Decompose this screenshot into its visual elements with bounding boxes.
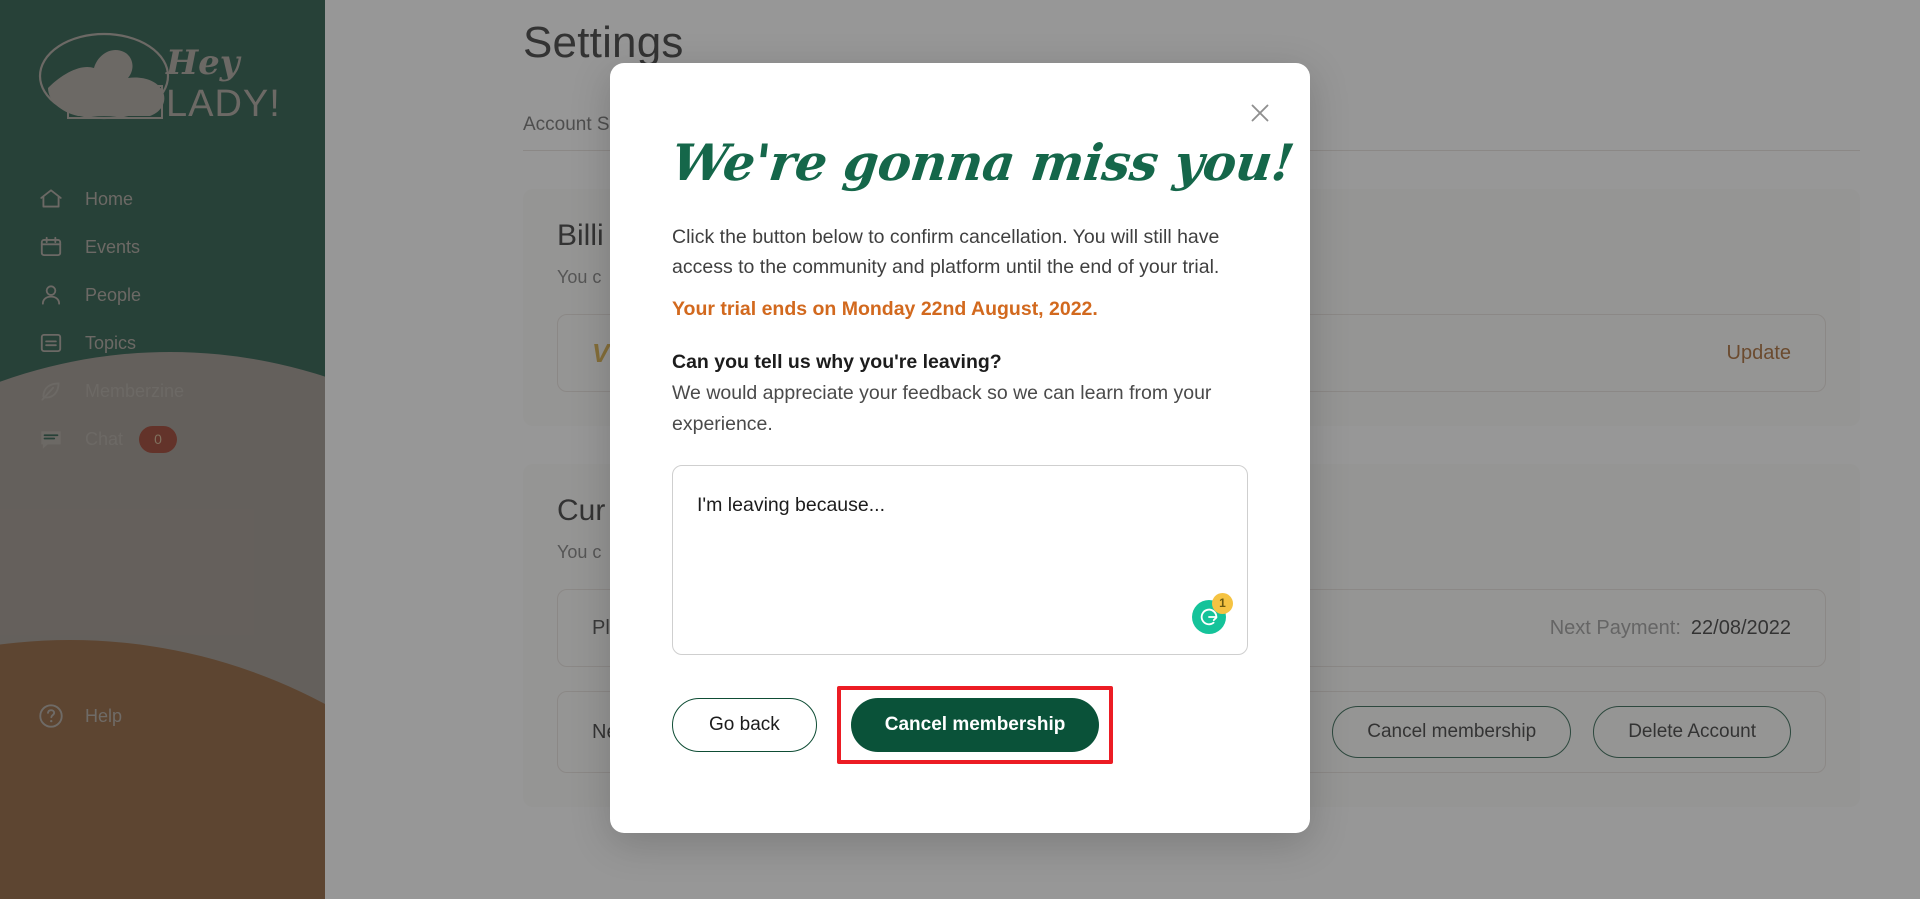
cancel-membership-modal: We're gonna miss you! Click the button b… <box>610 63 1310 833</box>
go-back-button[interactable]: Go back <box>672 697 817 752</box>
feedback-textarea[interactable] <box>672 464 1248 655</box>
feedback-question-heading: Can you tell us why you're leaving? <box>672 351 1002 374</box>
close-icon[interactable] <box>1242 95 1278 131</box>
modal-paragraph: Click the button below to confirm cancel… <box>672 226 1220 279</box>
app-root: Settings Account S Billi You c VVI Updat… <box>0 0 1920 899</box>
grammarly-icon[interactable]: 1 <box>1192 592 1233 634</box>
cancel-membership-highlight: Cancel membership <box>836 685 1114 764</box>
cancel-membership-button[interactable]: Cancel membership <box>850 697 1100 752</box>
feedback-field-wrapper: 1 <box>672 464 1248 660</box>
feedback-question-sub: We would appreciate your feedback so we … <box>672 382 1212 435</box>
modal-actions: Go back Cancel membership <box>672 685 1248 764</box>
trial-end-note: Your trial ends on Monday 22nd August, 2… <box>672 298 1098 321</box>
grammarly-alert-badge: 1 <box>1212 592 1233 614</box>
modal-heading: We're gonna miss you! <box>668 133 1298 192</box>
